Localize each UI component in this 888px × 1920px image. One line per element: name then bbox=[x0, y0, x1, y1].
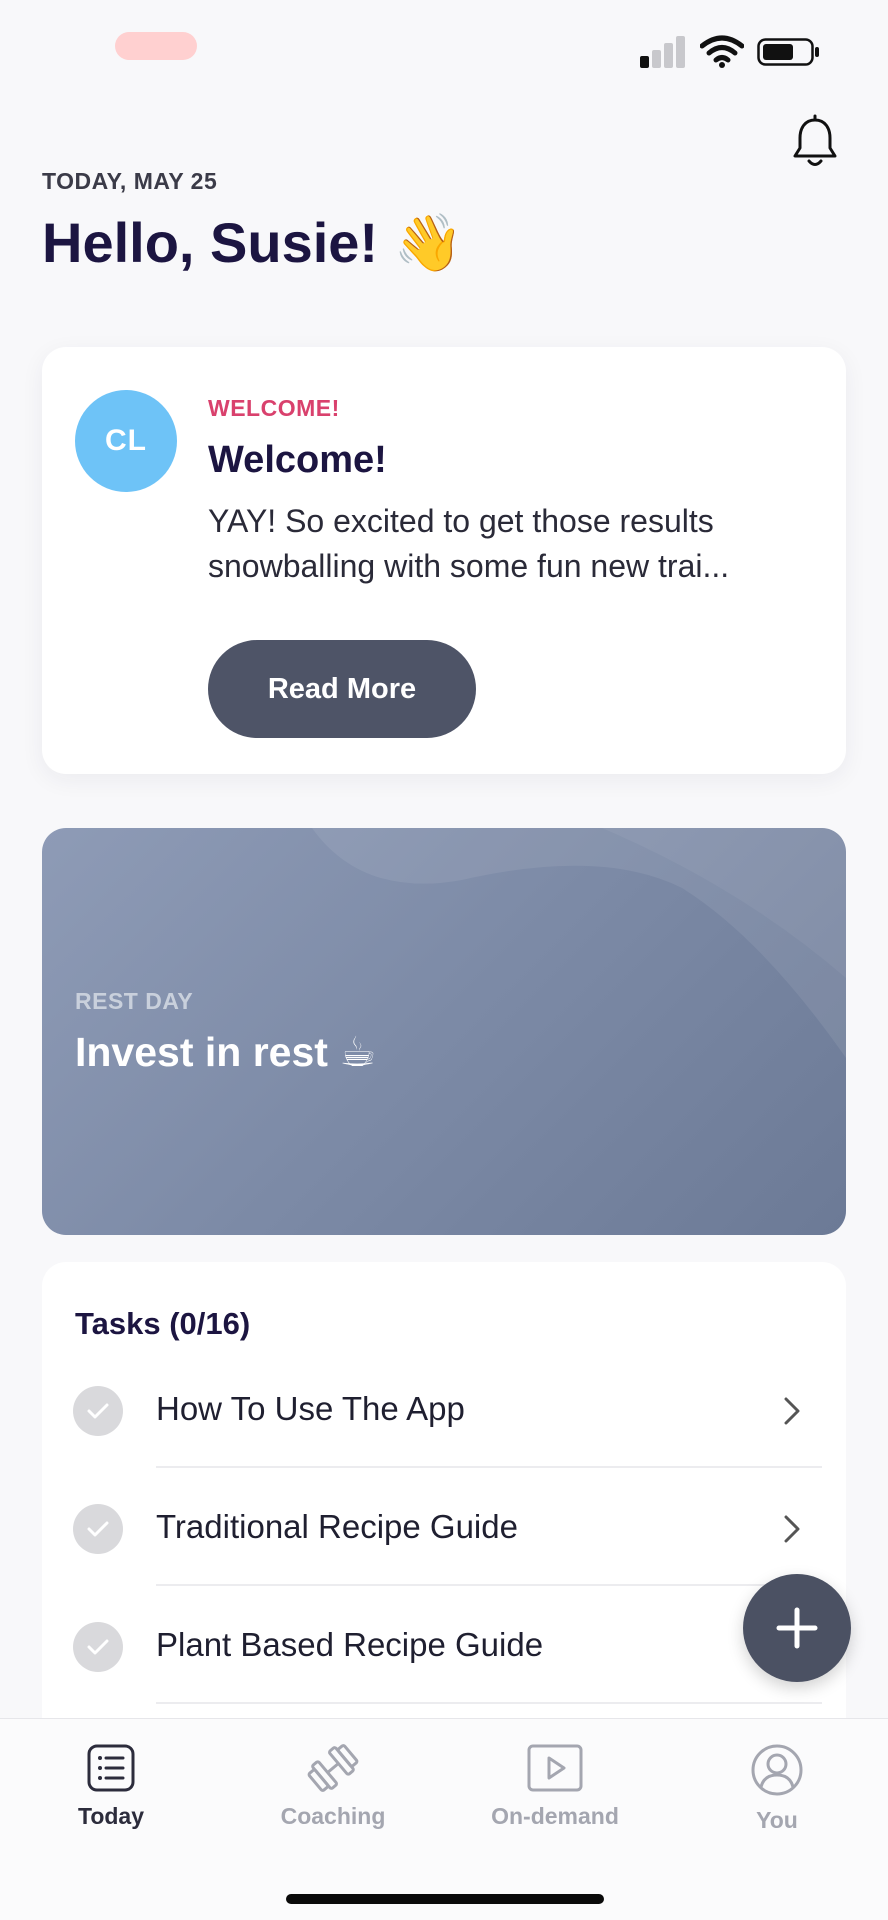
tab-label: On-demand bbox=[491, 1803, 619, 1829]
card-kicker: WELCOME! bbox=[208, 395, 340, 421]
tab-coaching[interactable]: Coaching bbox=[238, 1743, 428, 1853]
dumbbell-icon bbox=[307, 1744, 359, 1792]
tasks-card: Tasks (0/16) How To Use The App Traditio… bbox=[42, 1262, 846, 1742]
home-indicator[interactable] bbox=[286, 1894, 604, 1904]
chevron-right-icon bbox=[784, 1397, 800, 1425]
check-icon[interactable] bbox=[73, 1386, 123, 1436]
read-more-button[interactable]: Read More bbox=[208, 640, 476, 738]
task-label: Traditional Recipe Guide bbox=[156, 1508, 518, 1545]
check-icon[interactable] bbox=[73, 1622, 123, 1672]
tab-you[interactable]: You bbox=[682, 1743, 872, 1853]
status-bar bbox=[0, 0, 888, 100]
bottom-nav: Today Coaching On-demand You bbox=[0, 1718, 888, 1920]
task-row[interactable]: How To Use The App bbox=[42, 1350, 846, 1468]
recording-indicator bbox=[115, 32, 197, 60]
rest-day-card[interactable]: REST DAY Invest in rest ☕ bbox=[42, 828, 846, 1235]
cellular-signal-icon bbox=[640, 36, 686, 68]
rest-day-title: Invest in rest ☕ bbox=[75, 1029, 377, 1075]
check-icon[interactable] bbox=[73, 1504, 123, 1554]
wifi-icon bbox=[700, 35, 744, 68]
tab-today[interactable]: Today bbox=[16, 1743, 206, 1853]
card-body: YAY! So excited to get those results sno… bbox=[208, 499, 818, 589]
tab-label: Today bbox=[77, 1803, 145, 1829]
bell-icon[interactable] bbox=[790, 114, 840, 170]
card-title: Welcome! bbox=[208, 439, 387, 481]
chevron-right-icon bbox=[784, 1515, 800, 1543]
task-label: Plant Based Recipe Guide bbox=[156, 1626, 544, 1663]
add-button[interactable] bbox=[743, 1574, 851, 1682]
card-body-text: YAY! So excited to get those results sno… bbox=[208, 503, 730, 584]
date-label: TODAY, MAY 25 bbox=[42, 168, 218, 194]
rest-day-kicker: REST DAY bbox=[75, 988, 194, 1014]
plus-icon bbox=[776, 1607, 818, 1649]
list-icon bbox=[87, 1744, 135, 1792]
task-label: How To Use The App bbox=[156, 1390, 465, 1427]
battery-icon bbox=[757, 38, 819, 66]
tab-label: Coaching bbox=[280, 1803, 386, 1829]
page-title: Hello, Susie! 👋 bbox=[42, 211, 464, 274]
welcome-message-card[interactable]: CL WELCOME! Welcome! YAY! So excited to … bbox=[42, 347, 846, 774]
avatar: CL bbox=[75, 390, 177, 492]
task-row[interactable]: Plant Based Recipe Guide bbox=[42, 1586, 846, 1704]
divider bbox=[156, 1702, 822, 1704]
tab-label: You bbox=[756, 1807, 798, 1833]
tasks-title: Tasks (0/16) bbox=[75, 1306, 251, 1341]
tab-on-demand[interactable]: On-demand bbox=[460, 1743, 650, 1853]
play-icon bbox=[527, 1744, 583, 1792]
user-icon bbox=[751, 1744, 803, 1796]
task-row[interactable]: Traditional Recipe Guide bbox=[42, 1468, 846, 1586]
